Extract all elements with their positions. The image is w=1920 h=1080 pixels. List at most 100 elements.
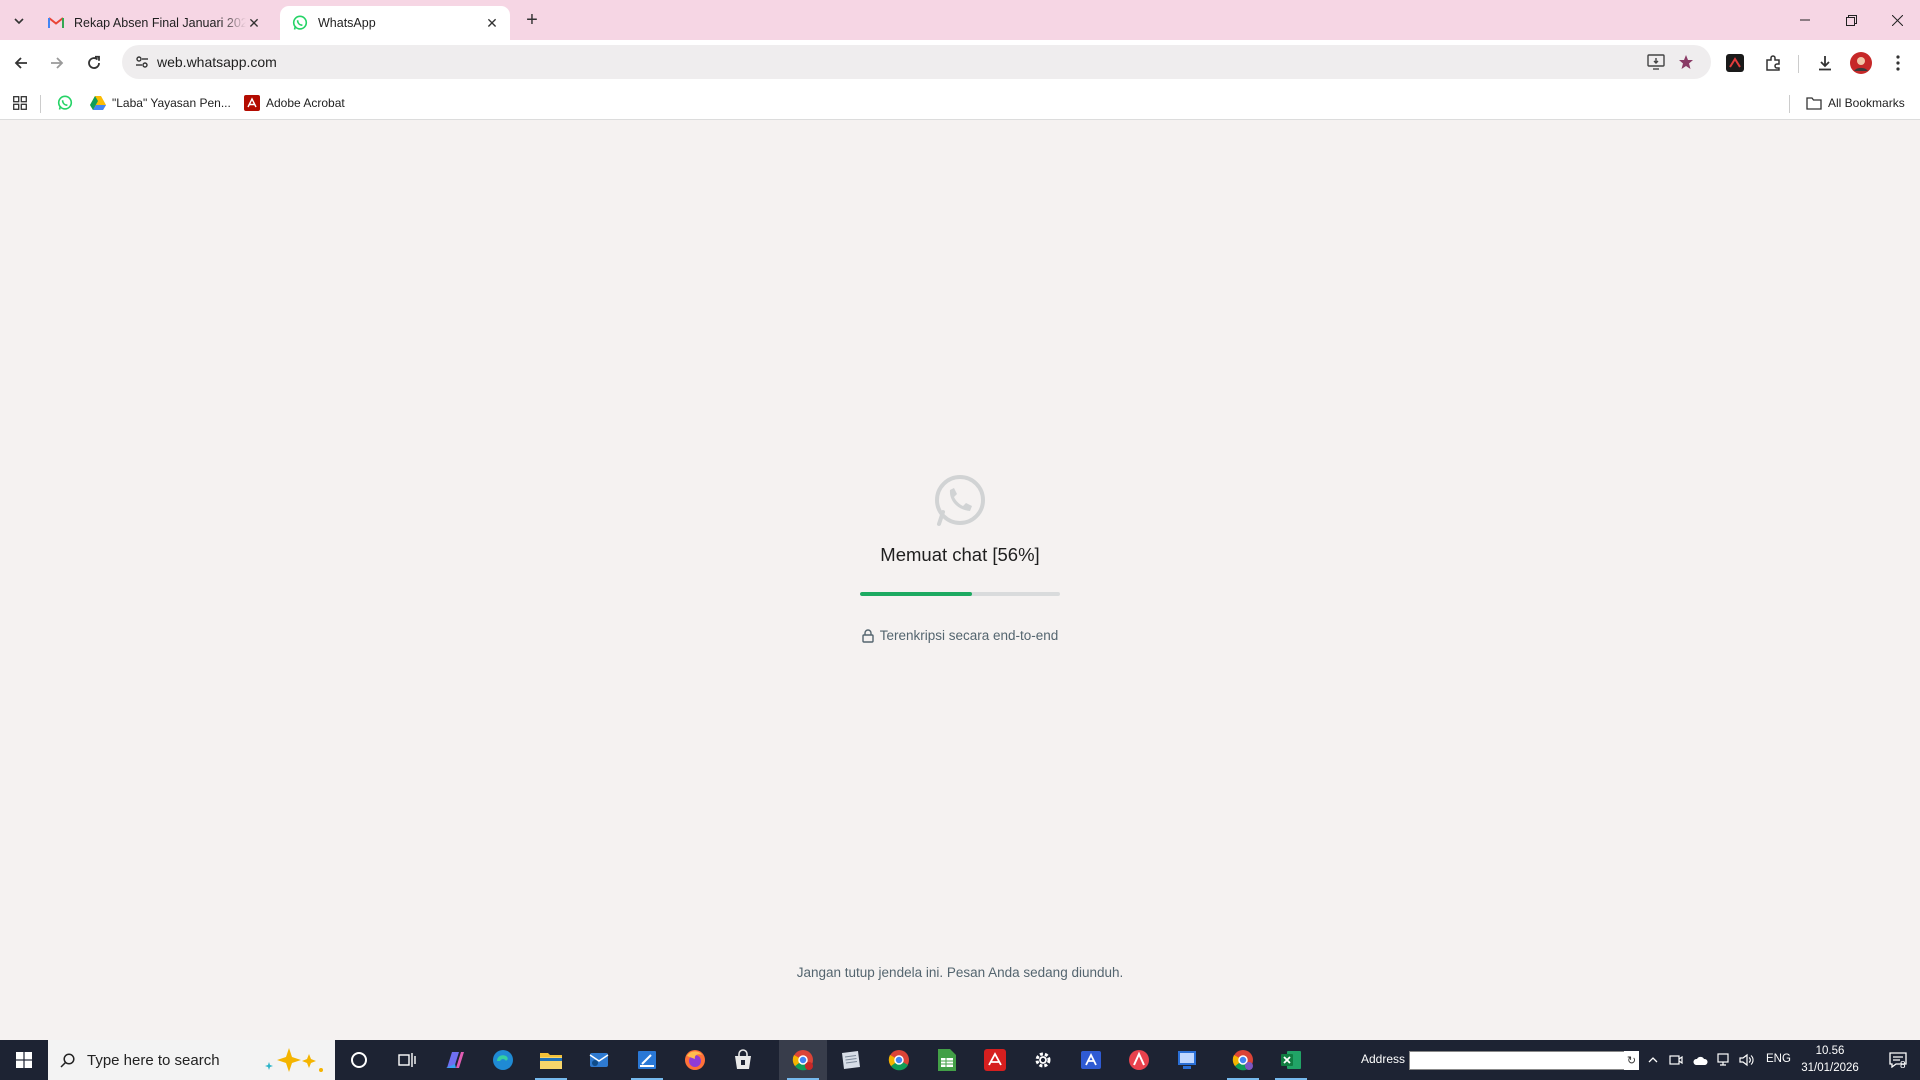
download-note: Jangan tutup jendela ini. Pesan Anda sed…	[796, 965, 1124, 980]
tab-gmail[interactable]: Rekap Absen Final Januari 2025 ✕	[36, 6, 272, 40]
network-tray-icon[interactable]	[1714, 1050, 1734, 1070]
taskbar-app-edge[interactable]	[479, 1040, 527, 1080]
minimize-icon	[1800, 19, 1810, 21]
site-info-icon[interactable]	[130, 50, 154, 74]
apps-grid-icon	[12, 95, 28, 111]
taskbar-app-firefox[interactable]	[671, 1040, 719, 1080]
taskbar-app-store[interactable]	[719, 1040, 767, 1080]
arrow-right-icon	[51, 57, 64, 69]
copilot-icon	[446, 1052, 464, 1068]
close-icon	[1891, 14, 1903, 26]
bookmarks-bar: "Laba" Yayasan Pen... Adobe Acrobat All …	[0, 86, 1920, 120]
address-toolbar-label: Address	[1361, 1052, 1406, 1066]
action-center-button[interactable]: 8	[1876, 1040, 1920, 1080]
meet-now-tray-icon[interactable]	[1666, 1050, 1686, 1070]
taskbar-app-outlook[interactable]	[575, 1040, 623, 1080]
taskbar-app-file-explorer[interactable]	[527, 1040, 575, 1080]
extension-acrobat-icon[interactable]	[1723, 51, 1747, 75]
apps-button[interactable]	[12, 92, 34, 114]
taskbar-app-scanner[interactable]	[623, 1040, 671, 1080]
bookmark-whatsapp[interactable]	[57, 92, 79, 114]
input-language-indicator[interactable]: ENG	[1766, 1053, 1791, 1065]
show-hidden-icons-button[interactable]	[1643, 1050, 1663, 1070]
remote-desktop-icon	[1178, 1051, 1196, 1069]
taskbar-app-azure[interactable]	[1067, 1040, 1115, 1080]
close-icon[interactable]: ✕	[246, 15, 262, 31]
acrobat-icon	[244, 95, 260, 111]
tab-strip: Rekap Absen Final Januari 2025 ✕ WhatsAp…	[0, 0, 1920, 40]
new-tab-button[interactable]: +	[520, 8, 544, 32]
loading-progress-bar	[860, 592, 1060, 596]
bookmark-divider	[1789, 95, 1790, 113]
all-bookmarks-label: All Bookmarks	[1828, 96, 1905, 110]
onedrive-tray-icon[interactable]	[1690, 1050, 1710, 1070]
taskbar-app-notepad[interactable]	[827, 1040, 875, 1080]
clock-time: 10.56	[1815, 1045, 1845, 1057]
minimize-button[interactable]	[1782, 0, 1828, 40]
chevron-down-icon	[14, 18, 24, 25]
taskbar-app-excel[interactable]	[1267, 1040, 1315, 1080]
more-menu-icon[interactable]	[1886, 51, 1910, 75]
spreadsheet-icon	[938, 1049, 956, 1071]
bookmark-laba[interactable]: "Laba" Yayasan Pen...	[90, 92, 231, 114]
task-view-button[interactable]	[383, 1040, 431, 1080]
folder-icon	[540, 1053, 562, 1069]
address-bar[interactable]: web.whatsapp.com	[122, 45, 1711, 79]
speaker-icon	[1739, 1053, 1754, 1067]
reload-icon	[88, 55, 100, 69]
tab-whatsapp[interactable]: WhatsApp ✕	[280, 6, 510, 40]
tab-title: WhatsApp	[318, 16, 376, 30]
taskbar-app-chrome[interactable]	[875, 1040, 923, 1080]
chrome-icon	[888, 1050, 909, 1071]
taskbar-app-anydesk[interactable]	[1115, 1040, 1163, 1080]
bookmark-star-icon[interactable]	[1676, 52, 1696, 72]
notification-count-badge: 8	[1900, 1060, 1906, 1071]
downloads-icon[interactable]	[1813, 51, 1837, 75]
taskbar-app-sheets[interactable]	[923, 1040, 971, 1080]
toolbar-divider	[1798, 55, 1799, 73]
profile-avatar[interactable]	[1849, 51, 1873, 75]
whatsapp-icon	[57, 95, 73, 111]
bookmark-divider	[40, 95, 41, 113]
taskbar-app-chrome-profile[interactable]	[779, 1040, 827, 1080]
taskbar-app-copilot[interactable]	[431, 1040, 479, 1080]
drive-icon	[90, 95, 106, 111]
chevron-up-icon	[1648, 1057, 1658, 1063]
task-view-icon	[398, 1053, 416, 1067]
azure-icon	[1081, 1051, 1101, 1069]
address-go-button[interactable]: ↻	[1624, 1051, 1639, 1070]
close-icon[interactable]: ✕	[484, 15, 500, 31]
restore-button[interactable]	[1828, 0, 1874, 40]
network-icon	[1717, 1053, 1729, 1066]
bookmark-acrobat[interactable]: Adobe Acrobat	[244, 92, 345, 114]
encryption-notice: Terenkripsi secara end-to-end	[0, 628, 1920, 643]
taskbar-app-chrome-alt[interactable]	[1219, 1040, 1267, 1080]
plus-icon: +	[526, 8, 538, 31]
taskbar-app-rdp[interactable]	[1163, 1040, 1211, 1080]
tab-search-button[interactable]	[7, 9, 31, 33]
taskbar-search-box[interactable]: Type here to search	[48, 1040, 335, 1080]
notepad-icon	[842, 1051, 860, 1069]
address-toolbar-input[interactable]: ⌄	[1409, 1051, 1639, 1070]
start-button[interactable]	[0, 1040, 48, 1080]
reload-button[interactable]	[79, 48, 109, 78]
all-bookmarks-button[interactable]: All Bookmarks	[1806, 92, 1905, 114]
windows-taskbar: Type here to search Address ↻ ENG 10.56 …	[0, 1040, 1920, 1080]
forward-button[interactable]	[42, 48, 72, 78]
bookmark-label: Adobe Acrobat	[266, 96, 345, 110]
edge-icon	[493, 1050, 513, 1070]
encryption-text: Terenkripsi secara end-to-end	[879, 628, 1059, 643]
extensions-puzzle-icon[interactable]	[1761, 51, 1785, 75]
install-app-icon[interactable]	[1646, 52, 1666, 72]
loading-status-text: Memuat chat [56%]	[880, 544, 1040, 565]
taskbar-clock[interactable]: 10.56 31/01/2026	[1800, 1043, 1860, 1077]
back-button[interactable]	[6, 48, 36, 78]
bookmark-label: "Laba" Yayasan Pen...	[112, 96, 231, 110]
volume-tray-icon[interactable]	[1737, 1050, 1757, 1070]
taskbar-app-settings[interactable]	[1019, 1040, 1067, 1080]
taskbar-app-acrobat[interactable]	[971, 1040, 1019, 1080]
cortana-button[interactable]	[335, 1040, 383, 1080]
close-window-button[interactable]	[1874, 0, 1920, 40]
windows-logo-icon	[16, 1052, 32, 1068]
search-icon	[60, 1052, 75, 1068]
